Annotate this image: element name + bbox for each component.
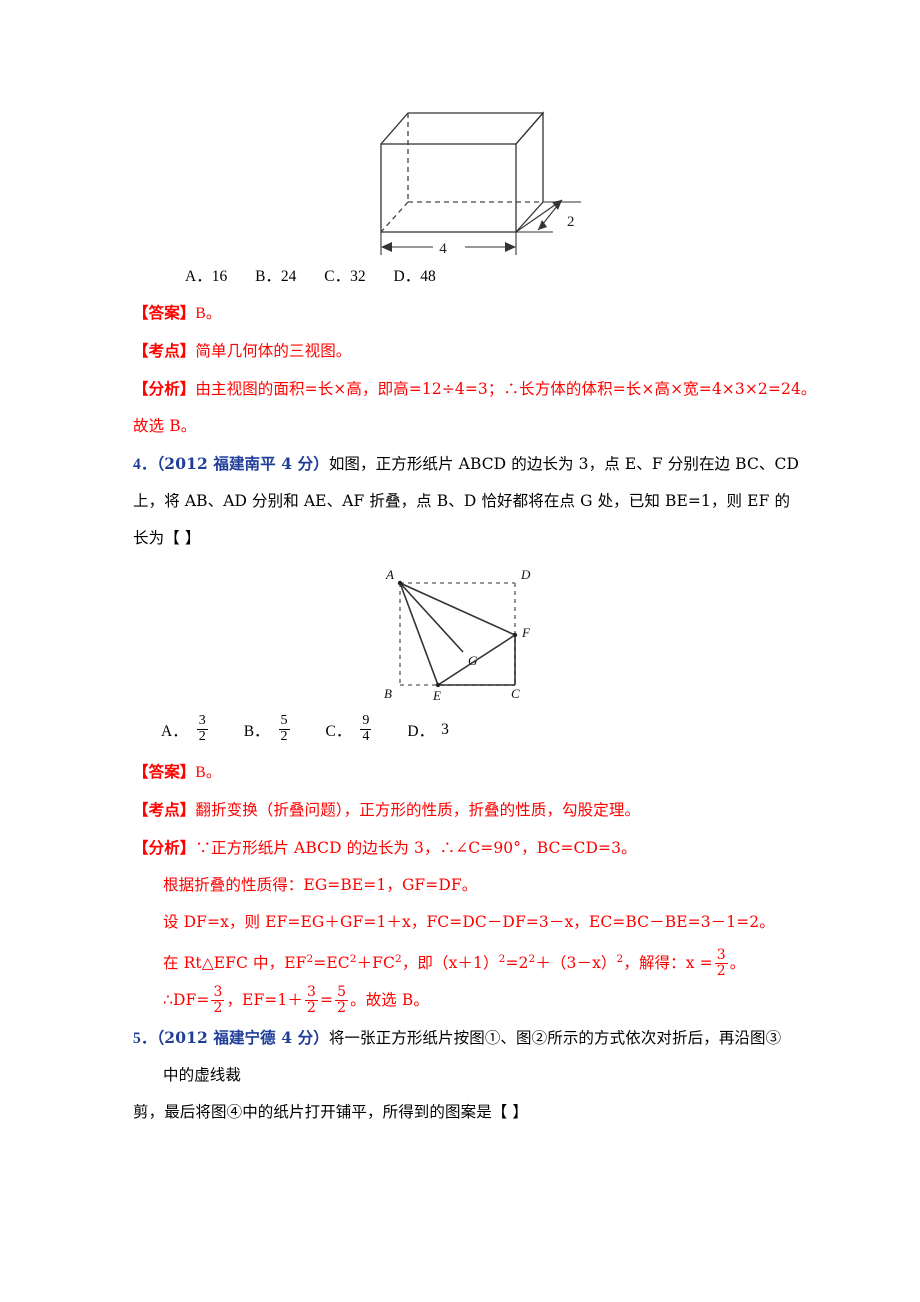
q4-stem-line2: 上，将 AB、AD 分别和 AE、AF 折叠，点 B、D 恰好都将在点 G 处，… [133,492,791,510]
q4-analysis-line5: ∴DF= 3 2 ，EF=1＋ 3 2 = 5 2 。故选 B。 [133,982,793,1019]
q4-keypoint-value: 翻折变换（折叠问题），正方形的性质，折叠的性质，勾股定理。 [195,801,641,819]
label-E: E [432,688,441,703]
q4-a5-a: ∴DF= [163,991,210,1010]
q4-analysis-value1: ∵正方形纸片 ABCD 的边长为 3，∴∠C=90°，BC=CD=3。 [195,839,637,857]
fraction-9-4: 9 4 [360,713,372,744]
square-vertex-dots [397,580,518,688]
q4-option-a[interactable]: A． 3 2 [161,713,210,745]
q4-analysis-line4: 在 Rt△EFC 中，EF2=EC2＋FC2，即（x＋1）2=22＋（3－x）2… [133,941,793,982]
q3-answer-value: B。 [195,305,222,322]
prism-width-label: 4 [439,241,447,257]
q3-analysis-line: 【分析】由主视图的面积=长×高，即高=12÷4=3；∴长方体的体积=长×高×宽=… [133,370,816,408]
q4-analysis-tag: 【分析】 [133,838,196,857]
square-solid-edges [399,582,516,686]
q4-option-c[interactable]: C． 9 4 [326,713,374,745]
fraction-ef: 52 [335,984,349,1016]
prism-width-dimension [380,232,517,255]
q4-a4-e: =2 [505,954,529,973]
q3-answer-tag: 【答案】 [133,303,196,322]
q4-analysis-line3: 设 DF=x，则 EF=EG＋GF=1＋x，FC=DC－DF=3－x，EC=BC… [163,913,775,931]
q4-a4-c: ＋FC [356,954,395,973]
q4-a4-a: 在 Rt△EFC 中，EF [163,954,307,973]
q4-a4-g: ，解得：x = [623,954,713,973]
q3-keypoint-value: 简单几何体的三视图。 [195,342,352,360]
q4-a4-b: =EC [313,954,350,973]
q4-answer-tag: 【答案】 [133,762,196,781]
figure-square-abcd: A D F G B E C [133,557,793,707]
label-A: A [385,567,394,582]
exponent-2-3: 2 [395,953,402,965]
prism-top-face [380,112,545,145]
q4-keypoint-line: 【考点】翻折变换（折叠问题），正方形的性质，折叠的性质，勾股定理。 [133,791,793,829]
q3-keypoint-line: 【考点】简单几何体的三视图。 [133,332,793,370]
q5-source: （2012 福建宁德 4 分） [156,1028,329,1048]
q5-stem-line2: 中的虚线裁 [163,1066,242,1085]
q4-analysis-line1: 【分析】∵正方形纸片 ABCD 的边长为 3，∴∠C=90°，BC=CD=3。 [133,829,793,867]
exponent-2-2: 2 [349,953,357,965]
q3-option-b[interactable]: B．24 [255,260,296,294]
prism-hidden-edges [380,113,543,233]
square-abcd-svg: A D F G B E C [384,567,531,703]
q5-stem-line1: 5．（2012 福建宁德 4 分）将一张正方形纸片按图①、图②所示的方式依次对折… [133,1019,793,1057]
label-G: G [468,653,478,668]
q3-analysis-line2: 故选 B。 [133,417,197,435]
q4-options-row: A． 3 2 B． 5 2 C． 9 4 D． 3 [133,707,793,753]
figure-rectangular-prism: 2 4 [133,80,793,260]
q3-option-d[interactable]: D．48 [394,260,436,294]
q3-answer-line: 【答案】B。 [133,294,793,332]
q4-analysis-line2: 根据折叠的性质得：EG=BE=1，GF=DF。 [163,876,478,894]
prism-front-face [380,143,517,233]
q4-number: 4． [133,456,157,473]
q4-a4-f: ＋（3－x） [535,954,617,973]
q4-a5-b: ，EF=1＋ [226,991,303,1010]
q4-stem-line3: 长为【 】 [133,529,201,547]
fraction-5-2: 5 2 [278,713,290,744]
prism-right-face [515,111,544,233]
q4-stem-line1: 4．（2012 福建南平 4 分）如图，正方形纸片 ABCD 的边长为 3，点 … [133,445,799,483]
fraction-3-2: 3 2 [196,713,208,744]
prism-depth-label: 2 [567,214,575,230]
page-content: 2 4 A．16 B．24 C．32 D．48 【答案】 B。 【考点】简单几何体… [133,80,816,1131]
q5-number: 5． [133,1030,157,1048]
fraction-add: 32 [304,984,318,1016]
q3-options-row: A．16 B．24 C．32 D．48 [133,260,793,294]
q4-option-d[interactable]: D． 3 [407,719,448,741]
fraction-df: 32 [211,984,225,1016]
q5-stem-text1: 将一张正方形纸片按图①、图②所示的方式依次对折后，再沿图③ [328,1029,782,1048]
q4-stem-text1: 如图，正方形纸片 ABCD 的边长为 3，点 E、F 分别在边 BC、CD [328,455,800,473]
q4-answer-value: B。 [195,764,222,781]
label-B: B [384,686,392,701]
label-F: F [521,625,531,640]
q3-keypoint-tag: 【考点】 [133,341,196,360]
q4-a5-d: 。故选 B。 [350,991,430,1010]
q4-option-b[interactable]: B． 5 2 [244,713,292,745]
q5-stem-line3: 剪，最后将图④中的纸片打开铺平，所得到的图案是【 】 [133,1103,529,1122]
q3-analysis-value: 由主视图的面积=长×高，即高=12÷4=3；∴长方体的体积=长×高×宽=4×3×… [195,380,817,398]
q4-source: （2012 福建南平 4 分） [156,454,329,473]
label-C: C [511,686,520,701]
q4-a5-c: = [320,991,334,1010]
q4-keypoint-tag: 【考点】 [133,800,196,819]
fraction-x-result: 32 [714,947,728,979]
square-dashed-outline [399,582,516,686]
q4-answer-line: 【答案】B。 [133,753,793,791]
document-page: 2 4 A．16 B．24 C．32 D．48 【答案】 B。 【考点】简单几何体… [0,0,920,1302]
q4-a4-d: ，即（x＋1） [401,954,499,973]
q3-analysis-tag: 【分析】 [133,379,196,398]
label-D: D [520,567,531,582]
q3-option-c[interactable]: C．32 [324,260,365,294]
rectangular-prism-svg: 2 4 [380,111,581,257]
q4-a4-end: 。 [729,954,746,973]
q3-option-a[interactable]: A．16 [185,260,227,294]
